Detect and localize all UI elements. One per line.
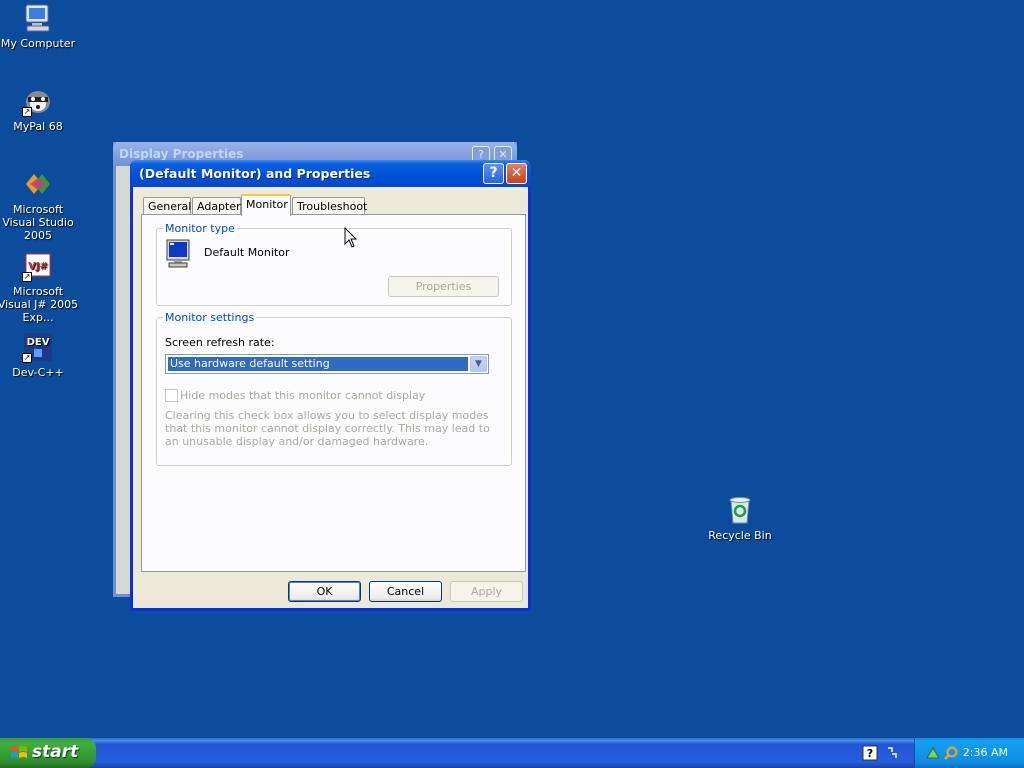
cancel-button[interactable]: Cancel <box>369 581 442 602</box>
help-icon[interactable]: ? <box>483 163 504 184</box>
visual-jsharp-icon: VJ# ↗ <box>22 250 54 282</box>
refresh-rate-select[interactable]: Use hardware default setting ▼ <box>165 354 489 374</box>
svg-text:VJ#: VJ# <box>28 261 48 272</box>
chevron-down-icon[interactable]: ▼ <box>470 356 487 372</box>
hide-modes-checkbox[interactable] <box>165 389 178 402</box>
network-tray-icon[interactable] <box>925 745 941 761</box>
svg-text:?: ? <box>867 747 873 760</box>
dialog-titlebar[interactable]: (Default Monitor) and Properties ? ✕ <box>130 160 531 187</box>
group-legend: Monitor settings <box>163 311 257 324</box>
taskbar: start ? 2:36 AM <box>0 738 1024 768</box>
windows-flag-icon <box>11 746 27 758</box>
desktop-icon-my-computer[interactable]: My Computer <box>0 2 80 50</box>
desktop-icon-label: Dev-C++ <box>12 366 64 379</box>
mouse-cursor-icon <box>344 226 358 249</box>
language-tray-icon[interactable] <box>884 745 900 761</box>
desktop-icon-dev-cpp[interactable]: DEV ↗ Dev-C++ <box>0 331 80 379</box>
monitor-settings-group: Monitor settings Screen refresh rate: Us… <box>156 311 512 466</box>
dev-cpp-icon: DEV ↗ <box>22 331 54 363</box>
monitor-tab-panel: Monitor type Default Monitor Properties … <box>141 214 526 572</box>
refresh-rate-value: Use hardware default setting <box>168 357 468 371</box>
hide-modes-label[interactable]: Hide modes that this monitor cannot disp… <box>180 389 425 402</box>
desktop-icon-visual-studio[interactable]: Microsoft Visual Studio 2005 <box>0 168 80 242</box>
tab-general[interactable]: General <box>143 197 191 215</box>
shortcut-arrow-icon: ↗ <box>22 107 32 117</box>
monitor-type-group: Monitor type Default Monitor Properties <box>156 222 512 306</box>
tab-adapter[interactable]: Adapter <box>192 197 241 215</box>
desktop-icon-visual-jsharp[interactable]: VJ# ↗ Microsoft Visual J# 2005 Exp... <box>0 250 80 324</box>
monitor-properties-button[interactable]: Properties <box>388 276 499 297</box>
start-button[interactable]: start <box>0 738 96 768</box>
help-tray-icon[interactable]: ? <box>862 745 878 761</box>
desktop-icon-label: My Computer <box>0 37 76 50</box>
close-icon[interactable]: ✕ <box>506 163 527 184</box>
desktop-icon-mypal[interactable]: ↗ MyPal 68 <box>0 85 80 133</box>
desktop-icon-label: MyPal 68 <box>13 120 63 133</box>
ok-button[interactable]: OK <box>288 581 361 602</box>
hide-modes-description: Clearing this check box allows you to se… <box>165 409 490 448</box>
system-tray: 2:36 AM <box>914 738 1024 768</box>
refresh-rate-label: Screen refresh rate: <box>165 336 275 349</box>
recycle-bin-icon <box>724 494 756 526</box>
shortcut-arrow-icon: ↗ <box>22 353 32 363</box>
apply-button[interactable]: Apply <box>450 581 523 602</box>
monitor-icon <box>166 239 190 269</box>
start-label: start <box>32 742 79 762</box>
mypal-browser-icon: ↗ <box>22 85 54 117</box>
desktop-icon-recycle-bin[interactable]: Recycle Bin <box>698 494 782 542</box>
monitor-properties-dialog: (Default Monitor) and Properties ? ✕ Gen… <box>130 160 531 611</box>
search-tray-icon[interactable] <box>943 745 959 761</box>
dialog-title: (Default Monitor) and Properties <box>139 166 371 181</box>
desktop-icon-label: Microsoft Visual J# 2005 Exp... <box>0 285 79 324</box>
svg-text:DEV: DEV <box>27 337 50 348</box>
tab-troubleshoot[interactable]: Troubleshoot <box>292 197 367 215</box>
visual-studio-icon <box>22 168 54 200</box>
monitor-name: Default Monitor <box>204 246 290 259</box>
clock[interactable]: 2:36 AM <box>963 746 1008 759</box>
my-computer-icon <box>22 2 54 34</box>
desktop-icon-label: Recycle Bin <box>708 529 772 542</box>
desktop-icon-label: Microsoft Visual Studio 2005 <box>2 203 74 242</box>
back-window-title: Display Properties <box>119 147 244 161</box>
tab-monitor[interactable]: Monitor <box>241 194 291 216</box>
shortcut-arrow-icon: ↗ <box>22 272 32 282</box>
group-legend: Monitor type <box>163 222 237 235</box>
